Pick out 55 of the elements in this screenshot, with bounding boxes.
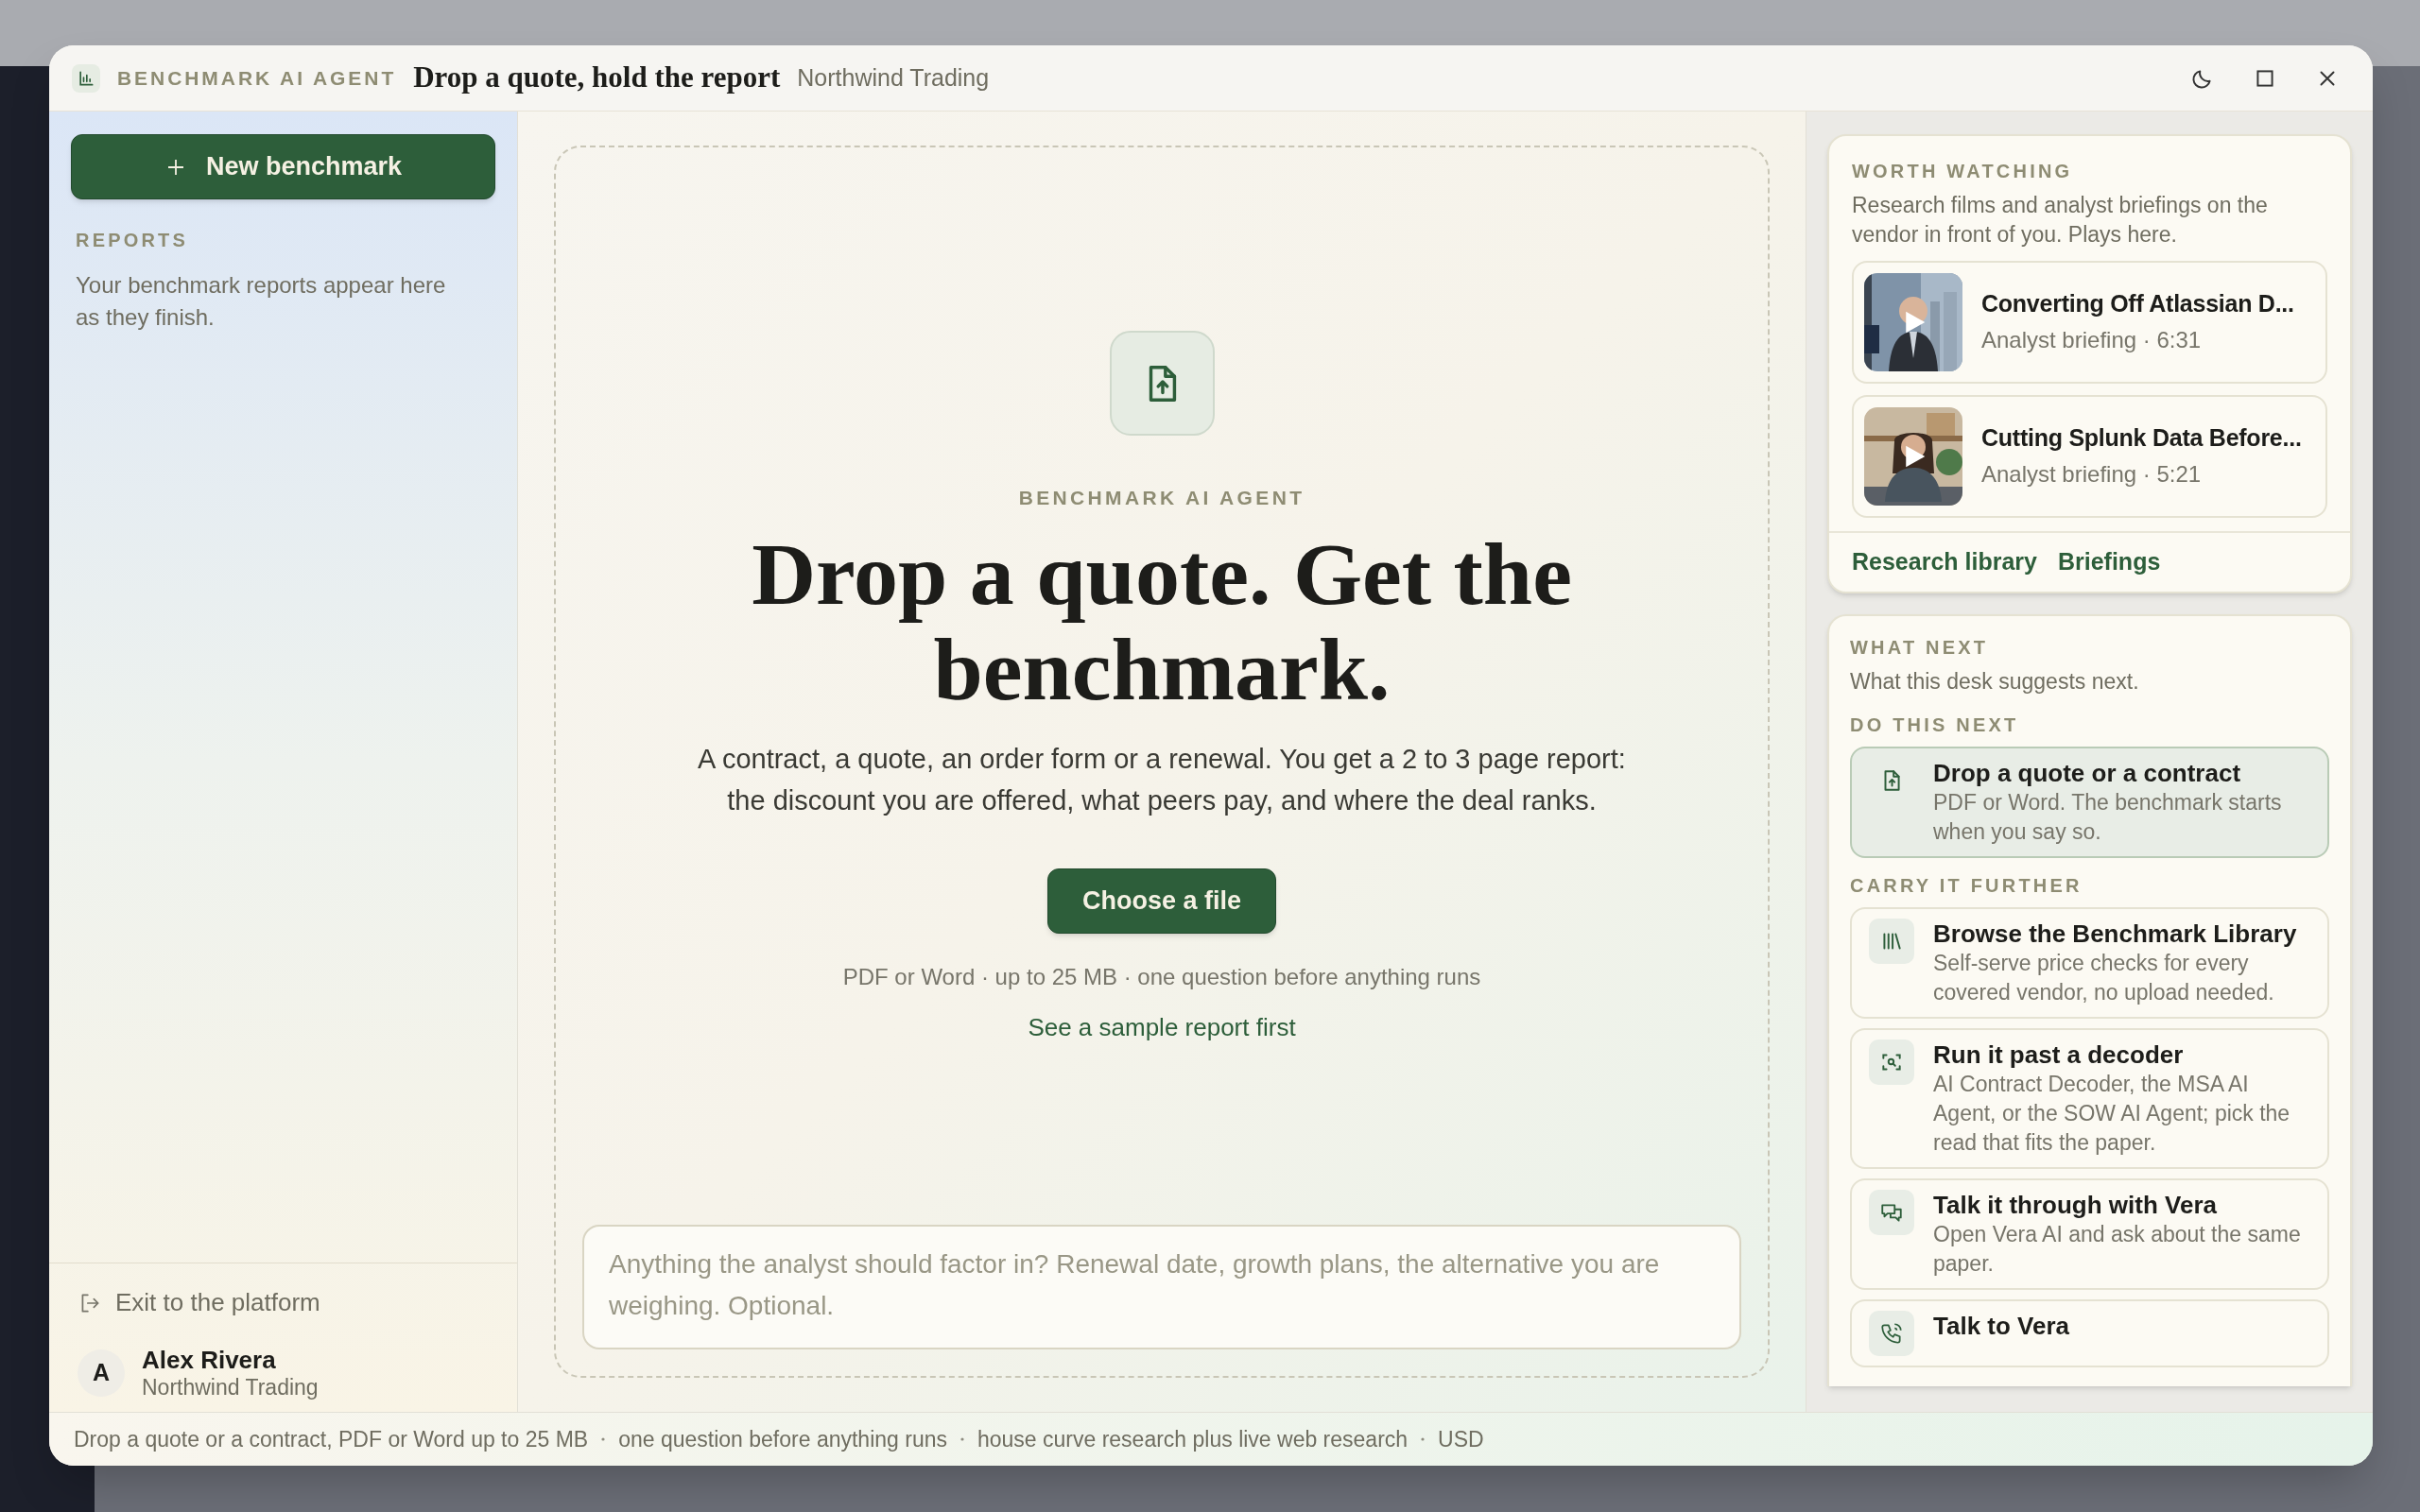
suggestion-item[interactable]: Browse the Benchmark Library Self-serve price checks for every covered vendor, no upload needed. (1850, 907, 2329, 1019)
suggestion-title: Browse the Benchmark Library (1933, 919, 2298, 949)
suggestion-title: Drop a quote or a contract (1933, 758, 2242, 788)
drop-zone[interactable] (554, 146, 1770, 1378)
video-title: Converting Off Atlassian D... (1981, 289, 2294, 318)
eyebrow-label: BENCHMARK AI AGENT (1018, 486, 1305, 510)
status-text: Drop a quote or a contract, PDF or Word up to 25 MB (74, 1425, 589, 1453)
window-title: Drop a quote, hold the report (413, 60, 781, 96)
notes-field[interactable]: Anything the analyst should factor in? Renewal date, growth plans, the alternative you are weighing. Optional. (582, 1225, 1741, 1349)
video-title: Cutting Splunk Data Before... (1981, 423, 2302, 453)
suggestion-text: AI Contract Decoder, the MSA AI Agent, or the SOW AI Agent; pick the read that fits the paper. (1933, 1071, 2291, 1157)
separator-dot (960, 1437, 964, 1441)
section-description: Research films and analyst briefings on the vendor in front of you. Plays here. (1852, 192, 2269, 249)
description: A contract, a quote, an order form or a renewal. You get a 2 to 3 page report: the discount you are offered, what peers pay, and where the deal ranks. (697, 742, 1627, 817)
suggestion-title: Talk it through with Vera (1933, 1190, 2218, 1220)
sample-report-link[interactable]: See a sample report first (1028, 1008, 1296, 1046)
suggestion-item[interactable]: Talk to Vera (1850, 1299, 2329, 1367)
suggestion-text: PDF or Word. The benchmark starts when you say so. (1933, 789, 2283, 846)
new-benchmark-button[interactable]: New benchmark (71, 134, 495, 199)
headline: Drop a quote. Get the benchmark. (751, 525, 1573, 717)
footer-link[interactable]: Research library (1852, 544, 2037, 580)
app-eyebrow: BENCHMARK AI AGENT (117, 65, 397, 91)
status-text: house curve research plus live web research (977, 1425, 1409, 1453)
user-organization: Northwind Trading (142, 1374, 319, 1400)
suggestion-text: Self-serve price checks for every covered vendor, no upload needed. (1933, 950, 2275, 1006)
empty-state-text: Your benchmark reports appear here as they finish. (75, 271, 447, 332)
workspace-name: Northwind Trading (797, 62, 990, 93)
section-label: WORTH WATCHING (1852, 160, 2074, 183)
suggestion-item[interactable]: Run it past a decoder AI Contract Decoder, the MSA AI Agent, or the SOW AI Agent; pick the read that fits the paper. (1850, 1028, 2329, 1169)
user-avatar: A (78, 1349, 125, 1397)
separator-dot (1421, 1437, 1426, 1441)
video-meta: Analyst briefing · 5:21 (1981, 460, 2203, 489)
chart-icon (72, 63, 100, 93)
footer-link[interactable]: Briefings (2057, 544, 2161, 580)
section-description: What this desk suggests next. (1850, 667, 2140, 696)
video-item[interactable]: Converting Off Atlassian D... Analyst briefing · 6:31 (1852, 261, 2327, 384)
choose-file-button[interactable]: Choose a file (1046, 868, 1276, 934)
suggestion-item[interactable]: Drop a quote or a contract PDF or Word. The benchmark starts when you say so. (1850, 747, 2329, 858)
suggestion-text: Open Vera AI and ask about the same paper. (1933, 1221, 2302, 1278)
section-label: REPORTS (75, 229, 190, 252)
section-label: WHAT NEXT (1850, 635, 1990, 660)
file-limits-text: PDF or Word · up to 25 MB · one question before anything runs (842, 962, 1481, 991)
suggestion-title: Talk to Vera (1933, 1311, 2070, 1341)
suggestion-item[interactable]: Talk it through with Vera Open Vera AI and ask about the same paper. (1850, 1178, 2329, 1290)
exit-link[interactable]: Exit to the platform (78, 1284, 489, 1321)
video-meta: Analyst briefing · 6:31 (1981, 326, 2203, 354)
status-text: USD (1438, 1425, 1484, 1453)
user-name: Alex Rivera (142, 1346, 277, 1374)
group-label: DO THIS NEXT (1850, 713, 2020, 737)
status-text: one question before anything runs (618, 1425, 947, 1453)
video-item[interactable]: Cutting Splunk Data Before... Analyst briefing · 5:21 (1852, 395, 2327, 518)
phone-icon (1879, 1321, 1904, 1346)
group-label: CARRY IT FURTHER (1850, 874, 2083, 898)
separator-dot (601, 1437, 606, 1441)
suggestion-title: Run it past a decoder (1933, 1040, 2185, 1070)
